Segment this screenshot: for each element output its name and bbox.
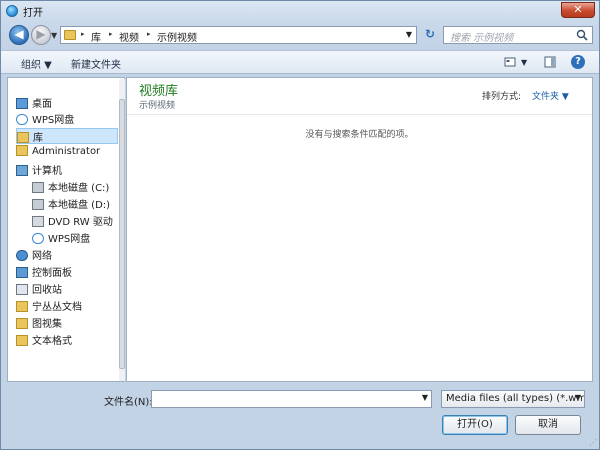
help-icon[interactable]: ? <box>571 55 585 69</box>
sidebar-item-label: WPS网盘 <box>32 115 75 126</box>
sidebar-item-label: 宁丛丛文档 <box>32 302 82 313</box>
arrange-by-dropdown[interactable]: 文件夹 ▼ <box>532 89 569 102</box>
breadcrumb-sample-videos[interactable]: 示例视频 <box>157 29 197 44</box>
open-button[interactable]: 打开(O) <box>442 415 508 435</box>
address-bar[interactable]: ▸ 库 ▸ 视频 ▸ 示例视频 ▼ <box>60 26 417 44</box>
sidebar-item[interactable]: 回收站 <box>16 281 62 297</box>
drive-icon <box>32 182 44 193</box>
cloud-icon <box>32 233 44 244</box>
navigation-pane: 桌面 WPS网盘库 Administrator 计算机 本地磁盘 (C:) 本地磁盘 (D… <box>7 77 125 382</box>
sidebar-item[interactable]: 本地磁盘 (D:) <box>32 196 110 212</box>
network-icon <box>16 250 28 261</box>
sidebar-item-label: DVD RW 驱动 <box>48 217 113 228</box>
app-icon <box>6 5 18 17</box>
preview-pane-icon[interactable] <box>544 55 556 69</box>
window-title: 打开 <box>23 8 43 19</box>
cancel-button[interactable]: 取消 <box>515 415 581 435</box>
drive-icon <box>32 199 44 210</box>
recent-pages-button[interactable]: ▼ <box>51 31 57 40</box>
empty-results-message: 没有与搜索条件匹配的项。 <box>305 130 414 140</box>
sidebar-item[interactable]: WPS网盘 <box>32 230 90 246</box>
resize-grip-icon[interactable]: ⋰ <box>589 438 597 447</box>
search-icon[interactable] <box>576 29 588 41</box>
sidebar-item-label: WPS网盘 <box>48 234 91 245</box>
sidebar-item-label: 计算机 <box>32 166 62 177</box>
sidebar-item-label: 库 <box>33 133 43 144</box>
search-placeholder: 搜索 示例视频 <box>450 33 514 44</box>
sidebar-item[interactable]: 网络 <box>16 247 52 263</box>
breadcrumb-videos[interactable]: 视频 <box>119 29 139 44</box>
command-toolbar: 组织 ▼ 新建文件夹 ▼ ? <box>1 50 599 74</box>
organize-button[interactable]: 组织 ▼ <box>21 56 52 71</box>
search-box[interactable]: 搜索 示例视频 <box>443 26 593 44</box>
sidebar-item-label: 网络 <box>32 251 52 262</box>
arrange-by-label: 排列方式: <box>482 92 522 102</box>
close-button[interactable]: ✕ <box>561 2 595 18</box>
sidebar-item[interactable]: WPS网盘 <box>16 111 74 127</box>
open-file-dialog: 打开 ✕ ◀ ▶ ▼ ▸ 库 ▸ 视频 ▸ 示例视频 ▼ ↻ 搜索 示例视频 组… <box>0 0 600 450</box>
filename-input[interactable]: ▼ <box>151 390 432 408</box>
sidebar-item[interactable]: 库 <box>16 128 118 144</box>
breadcrumb-library[interactable]: 库 <box>91 29 101 44</box>
library-subtitle: 示例视频 <box>139 101 176 111</box>
scrollbar-thumb[interactable] <box>119 99 125 369</box>
sidebar-item[interactable]: 宁丛丛文档 <box>16 298 82 314</box>
filename-label: 文件名(N): <box>104 397 153 408</box>
folder-icon <box>16 335 28 346</box>
sidebar-item[interactable]: 文本格式 <box>16 332 72 348</box>
folder-icon <box>16 318 28 329</box>
folder-icon <box>64 30 76 40</box>
sidebar-item[interactable]: 控制面板 <box>16 264 72 280</box>
new-folder-button[interactable]: 新建文件夹 <box>71 56 121 71</box>
sidebar-item-label: 桌面 <box>32 99 52 110</box>
breadcrumb-separator: ▸ <box>81 30 85 38</box>
sidebar-item-label: 控制面板 <box>32 268 72 279</box>
sidebar-item[interactable]: 桌面 <box>16 95 52 111</box>
navigation-bar: ◀ ▶ ▼ ▸ 库 ▸ 视频 ▸ 示例视频 ▼ ↻ 搜索 示例视频 <box>1 23 599 49</box>
back-button[interactable]: ◀ <box>9 25 29 45</box>
views-dropdown-icon[interactable]: ▼ <box>521 58 527 67</box>
file-type-value: Media files (all types) (*.wmv <box>446 393 585 404</box>
divider <box>127 114 592 115</box>
file-list-pane: 视频库 示例视频 排列方式: 文件夹 ▼ 没有与搜索条件匹配的项。 <box>126 77 593 382</box>
sidebar-item-label: 本地磁盘 (C:) <box>48 183 110 194</box>
filename-dropdown-icon[interactable]: ▼ <box>422 393 428 402</box>
dvd-icon <box>32 216 44 227</box>
control-panel-icon <box>16 267 28 278</box>
library-icon <box>17 132 29 143</box>
computer-icon <box>16 165 28 176</box>
sidebar-item-label: 图视集 <box>32 319 62 330</box>
breadcrumb-separator: ▸ <box>147 30 151 38</box>
address-dropdown-icon[interactable]: ▼ <box>406 30 412 39</box>
sidebar-item[interactable]: 本地磁盘 (C:) <box>32 179 109 195</box>
desktop-icon <box>16 98 28 109</box>
file-type-select[interactable]: Media files (all types) (*.wmv ▼ <box>441 390 585 408</box>
sidebar-item[interactable]: Administrator <box>16 145 100 161</box>
breadcrumb-separator: ▸ <box>109 30 113 38</box>
forward-button[interactable]: ▶ <box>31 25 51 45</box>
cloud-icon <box>16 114 28 125</box>
recycle-bin-icon <box>16 284 28 295</box>
sidebar-item-label: 文本格式 <box>32 336 72 347</box>
sidebar-item[interactable]: 计算机 <box>16 162 62 178</box>
navigation-scrollbar[interactable] <box>119 79 125 381</box>
refresh-button[interactable]: ↻ <box>421 26 439 44</box>
sidebar-item[interactable]: DVD RW 驱动 <box>32 213 113 229</box>
user-folder-icon <box>16 145 28 156</box>
change-view-icon[interactable] <box>504 55 516 69</box>
library-title: 视频库 <box>139 84 179 99</box>
sidebar-item[interactable]: 图视集 <box>16 315 62 331</box>
folder-icon <box>16 301 28 312</box>
sidebar-item-label: Administrator <box>32 146 101 157</box>
sidebar-item-label: 回收站 <box>32 285 62 296</box>
file-type-dropdown-icon[interactable]: ▼ <box>575 393 581 402</box>
sidebar-item-label: 本地磁盘 (D:) <box>48 200 111 211</box>
title-bar: 打开 ✕ <box>1 1 599 21</box>
